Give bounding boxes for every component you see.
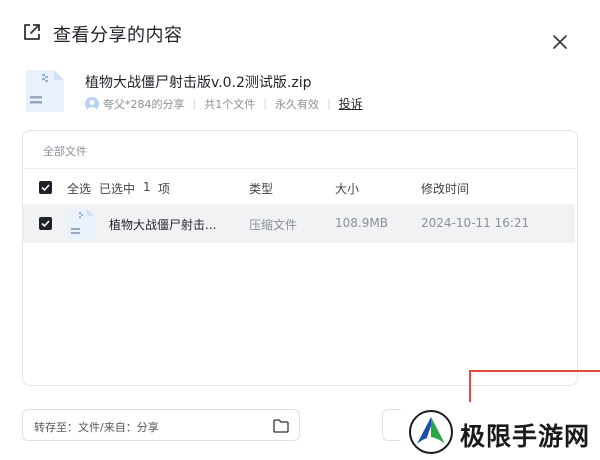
meta-divider: | <box>263 97 267 110</box>
dialog-header: 查看分享的内容 <box>22 22 183 46</box>
save-destination-label: 转存至：文件/来自：分享 <box>34 421 159 434</box>
row-file-name[interactable]: 植物大战僵尸射击... <box>109 216 216 233</box>
column-header-type[interactable]: 类型 <box>249 180 273 197</box>
row-checkbox[interactable] <box>39 217 52 230</box>
selected-label: 已选中 <box>99 182 136 196</box>
file-list-panel: 全部文件 全选 已选中 1 项 类型 大小 修改时间 植物大战僵尸射击... 压… <box>22 130 578 386</box>
file-count: 共1个文件 <box>204 97 256 111</box>
row-file-time: 2024-10-11 16:21 <box>421 216 530 230</box>
select-all-label[interactable]: 全选 <box>67 180 91 197</box>
external-share-icon <box>22 22 42 46</box>
breadcrumb[interactable]: 全部文件 <box>43 143 87 159</box>
watermark-logo <box>409 410 453 454</box>
report-link[interactable]: 投诉 <box>339 95 363 112</box>
selected-unit: 项 <box>158 182 171 196</box>
meta-divider: | <box>192 97 197 110</box>
meta-divider: | <box>326 97 331 110</box>
zip-file-icon <box>22 68 68 118</box>
zip-file-icon <box>65 208 97 243</box>
table-header: 全选 已选中 1 项 类型 大小 修改时间 <box>23 177 577 197</box>
avatar <box>85 96 99 111</box>
validity-text: 永久有效 <box>274 97 319 111</box>
save-destination-field[interactable]: 转存至：文件/来自：分享 <box>22 409 300 441</box>
column-header-size[interactable]: 大小 <box>335 180 359 197</box>
sharer-name: 夸父*284的分享 <box>103 97 185 111</box>
file-name: 植物大战僵尸射击版v.0.2测试版.zip <box>85 75 312 91</box>
watermark: 极限手游网 <box>401 402 600 460</box>
watermark-text: 极限手游网 <box>460 422 591 451</box>
selected-count: 1 <box>143 180 151 194</box>
select-all-checkbox[interactable] <box>39 181 52 194</box>
dialog-title: 查看分享的内容 <box>53 25 183 46</box>
share-dialog: 查看分享的内容 植物大战僵尸射击版v.0.2测试版.zip 夸父*284的分享 … <box>0 0 600 460</box>
divider <box>23 168 577 169</box>
close-icon[interactable] <box>550 32 570 52</box>
row-file-size: 108.9MB <box>335 216 388 230</box>
column-header-time[interactable]: 修改时间 <box>421 180 469 197</box>
table-row[interactable]: 植物大战僵尸射击... 压缩文件 108.9MB 2024-10-11 16:2… <box>23 204 575 243</box>
folder-icon[interactable] <box>273 418 289 433</box>
file-meta: 夸父*284的分享 | 共1个文件 | 永久有效 | 投诉 <box>85 95 363 112</box>
row-file-type: 压缩文件 <box>249 218 298 232</box>
